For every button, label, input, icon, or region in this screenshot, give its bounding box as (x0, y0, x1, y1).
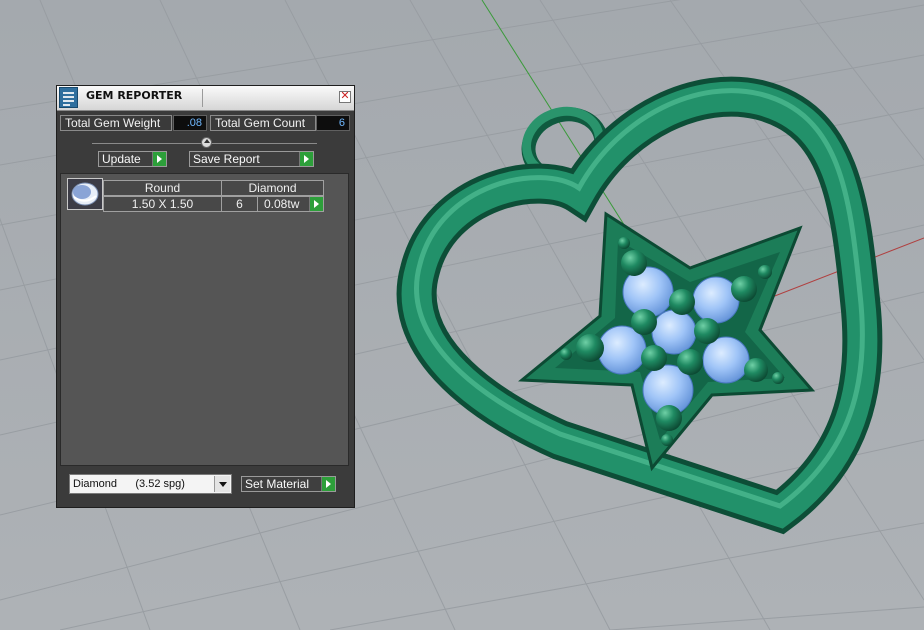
update-button[interactable]: Update (98, 151, 167, 167)
chevron-down-icon (214, 476, 230, 492)
set-material-button[interactable]: Set Material (241, 476, 336, 492)
gem-reporter-panel: GEM REPORTER ✕ Total Gem Weight .08 Tota… (56, 85, 355, 508)
play-arrow-icon (321, 477, 335, 491)
gem-list[interactable]: Round Diamond 1.50 X 1.50 6 0.08tw (60, 173, 349, 466)
total-gem-weight-value: .08 (173, 115, 207, 131)
play-arrow-icon (309, 197, 323, 211)
close-icon[interactable]: ✕ (339, 91, 351, 103)
round-gem-icon (67, 178, 103, 210)
panel-title: GEM REPORTER (86, 89, 183, 102)
gem-weight-value: 0.08tw (264, 197, 300, 211)
save-report-button[interactable]: Save Report (189, 151, 314, 167)
play-arrow-icon (299, 152, 313, 166)
material-select-value: Diamond (3.52 spg) (73, 478, 185, 490)
gem-count-cell: 6 (221, 196, 258, 212)
total-gem-weight-label: Total Gem Weight (60, 115, 172, 131)
gem-shape-header: Round (103, 180, 222, 196)
gem-weight-cell[interactable]: 0.08tw (257, 196, 324, 212)
collapse-toggle-icon[interactable] (201, 137, 212, 148)
save-report-button-label: Save Report (193, 152, 260, 166)
total-gem-count-label: Total Gem Count (210, 115, 316, 131)
gem-size-cell: 1.50 X 1.50 (103, 196, 222, 212)
play-arrow-icon (152, 152, 166, 166)
title-bar[interactable]: GEM REPORTER ✕ (57, 86, 354, 111)
gem-material-header: Diamond (221, 180, 324, 196)
gem-report-icon (59, 87, 78, 108)
total-gem-count-value: 6 (316, 115, 350, 131)
set-material-button-label: Set Material (245, 477, 310, 491)
material-select[interactable]: Diamond (3.52 spg) (69, 474, 232, 494)
update-button-label: Update (102, 152, 141, 166)
title-divider (202, 89, 203, 107)
